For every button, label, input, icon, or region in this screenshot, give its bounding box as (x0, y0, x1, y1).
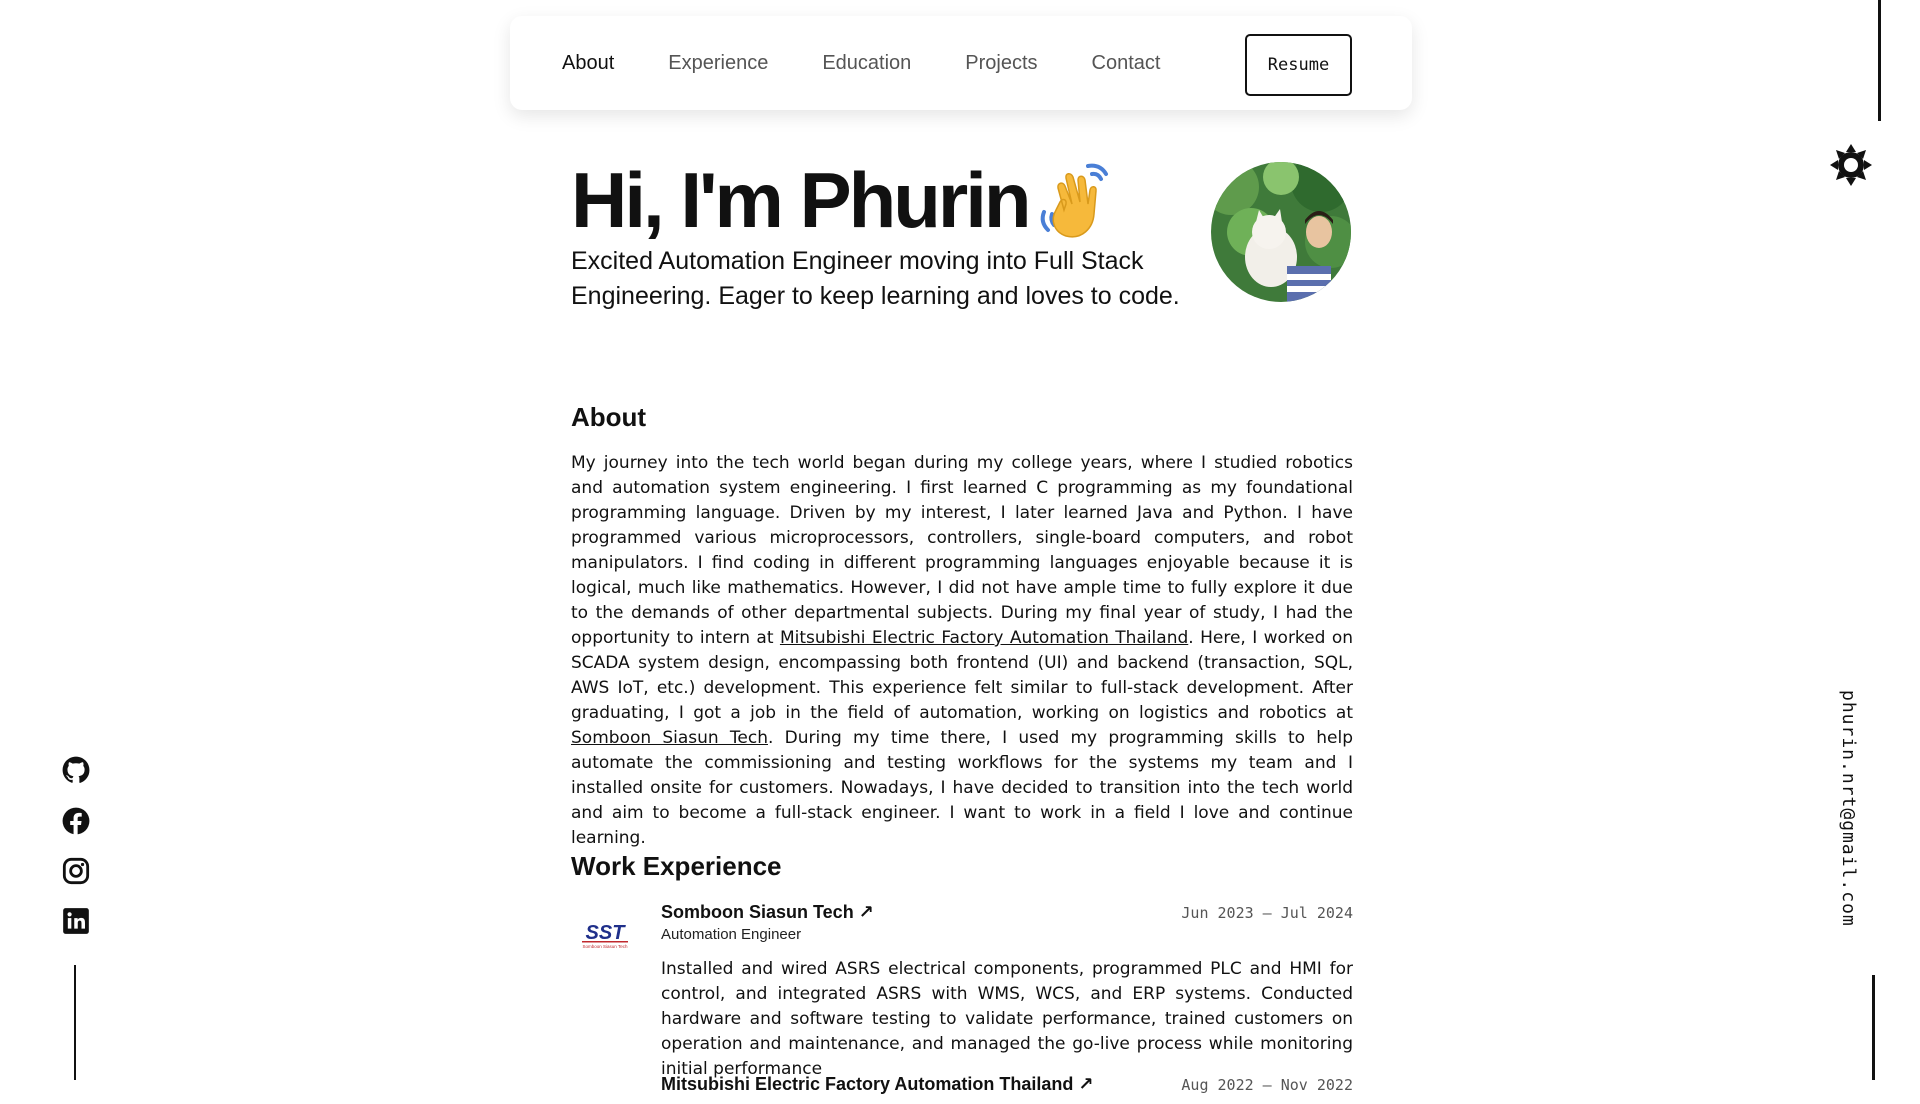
instagram-icon (62, 857, 90, 885)
company-logo: SST Somboon Siasun Tech (579, 920, 631, 950)
waving-hand-icon (1036, 162, 1118, 240)
nav-link-contact[interactable]: Contact (1092, 52, 1161, 75)
company-link[interactable]: Mitsubishi Electric Factory Automation T… (661, 1074, 1093, 1095)
facebook-link[interactable] (62, 807, 90, 835)
experience-item: SST Somboon Siasun Tech Somboon Siasun T… (571, 902, 1353, 1079)
about-text-part: My journey into the tech world began dur… (571, 453, 1353, 648)
company-logo-subtext: Somboon Siasun Tech (583, 944, 628, 949)
resume-button[interactable]: Resume (1245, 34, 1352, 96)
nav-link-about[interactable]: About (562, 52, 614, 75)
left-bottom-line (74, 965, 76, 1080)
profile-avatar (1211, 162, 1351, 302)
job-description: Installed and wired ASRS electrical comp… (661, 959, 1353, 1079)
employment-dates: Aug 2022 — Nov 2022 (1181, 1076, 1353, 1094)
about-heading: About (571, 402, 647, 432)
instagram-link[interactable] (62, 857, 90, 885)
experience-item: Mitsubishi Electric Factory Automation T… (571, 1074, 1353, 1104)
right-bottom-line (1872, 975, 1875, 1080)
top-nav: About Experience Education Projects Cont… (510, 16, 1412, 110)
nav-link-experience[interactable]: Experience (668, 52, 768, 75)
linkedin-icon (63, 908, 89, 934)
mitsubishi-link[interactable]: Mitsubishi Electric Factory Automation T… (780, 628, 1188, 648)
about-paragraph: My journey into the tech world began dur… (571, 451, 1353, 851)
nav-link-projects[interactable]: Projects (965, 52, 1037, 75)
theme-toggle-button[interactable] (1828, 142, 1874, 188)
employment-dates: Jun 2023 — Jul 2024 (1181, 904, 1353, 922)
nav-link-education[interactable]: Education (822, 52, 911, 75)
company-link[interactable]: Somboon Siasun Tech ↗ (661, 902, 874, 923)
right-top-line (1878, 0, 1881, 121)
facebook-icon (62, 807, 90, 835)
job-title: Automation Engineer (661, 926, 802, 943)
contact-email-link[interactable]: phurin.nrt@gmail.com (1838, 690, 1859, 927)
sun-icon (1830, 144, 1872, 186)
work-experience-heading: Work Experience (571, 851, 782, 881)
hero-subtitle: Excited Automation Engineer moving into … (571, 247, 1180, 310)
hero-greeting: Hi, I'm Phurin (571, 156, 1032, 244)
github-link[interactable] (62, 756, 90, 784)
linkedin-link[interactable] (62, 907, 90, 935)
somboon-link[interactable]: Somboon Siasun Tech (571, 728, 768, 748)
github-icon (62, 756, 90, 783)
company-logo-text: SST (586, 922, 627, 944)
